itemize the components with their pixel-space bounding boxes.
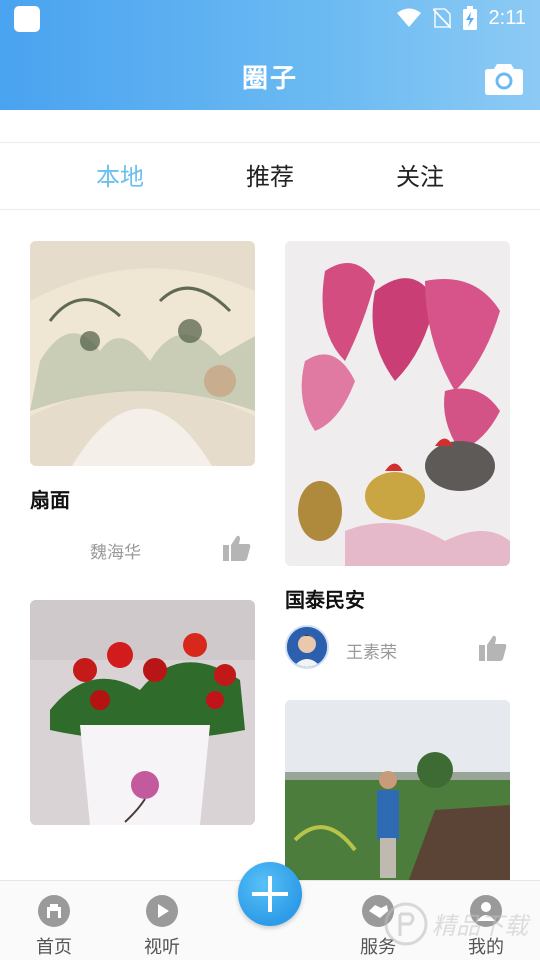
fan-painting-image: [30, 241, 255, 466]
avatar[interactable]: [285, 625, 329, 669]
wifi-icon: [396, 8, 421, 27]
create-post-button[interactable]: [238, 862, 302, 926]
plus-icon: [252, 876, 288, 912]
watermark-logo: 精品下载: [384, 902, 531, 946]
post-author[interactable]: 王素荣: [346, 638, 397, 663]
post-image-field[interactable]: [285, 700, 510, 890]
nav-item-media[interactable]: 视听: [122, 881, 202, 960]
author-avatar-image: [287, 627, 327, 667]
tab-local[interactable]: 本地: [60, 143, 180, 211]
post-title[interactable]: 国泰民安: [285, 584, 365, 613]
app-screen: 2:11 圈子 本地 推荐 关注 扇面 魏海华 国泰民安 王素荣 首页 视听 服…: [0, 0, 540, 960]
no-sim-icon: [432, 8, 451, 29]
home-icon: [38, 895, 70, 927]
app-notification-icon: [14, 6, 40, 32]
post-image-flowers[interactable]: [30, 600, 255, 825]
nav-label: 首页: [36, 937, 72, 958]
status-bar: 2:11: [0, 0, 540, 36]
nav-label: 视听: [144, 937, 180, 958]
status-icons: 2:11: [396, 4, 526, 32]
post-image-rooster-painting[interactable]: [285, 241, 510, 566]
tab-follow[interactable]: 关注: [360, 143, 480, 211]
flower-pot-image: [30, 600, 255, 825]
nav-item-home[interactable]: 首页: [14, 881, 94, 960]
field-photo-image: [285, 700, 510, 890]
page-title: 圈子: [241, 64, 298, 94]
status-time: 2:11: [488, 6, 526, 29]
tab-bar: 本地 推荐 关注: [0, 142, 540, 210]
post-author[interactable]: 魏海华: [90, 538, 141, 563]
play-icon: [146, 895, 178, 927]
battery-charging-icon: [462, 6, 477, 30]
header-bar: 2:11 圈子: [0, 0, 540, 110]
camera-icon[interactable]: [484, 60, 524, 96]
tab-recommend[interactable]: 推荐: [210, 143, 330, 211]
watermark: 精品下载: [384, 896, 534, 952]
post-image-fan-painting[interactable]: [30, 241, 255, 466]
post-title[interactable]: 扇面: [30, 484, 70, 513]
like-icon[interactable]: [478, 634, 508, 662]
like-icon[interactable]: [222, 534, 252, 562]
rooster-painting-image: [285, 241, 510, 566]
watermark-text: 精品下载: [432, 912, 531, 940]
